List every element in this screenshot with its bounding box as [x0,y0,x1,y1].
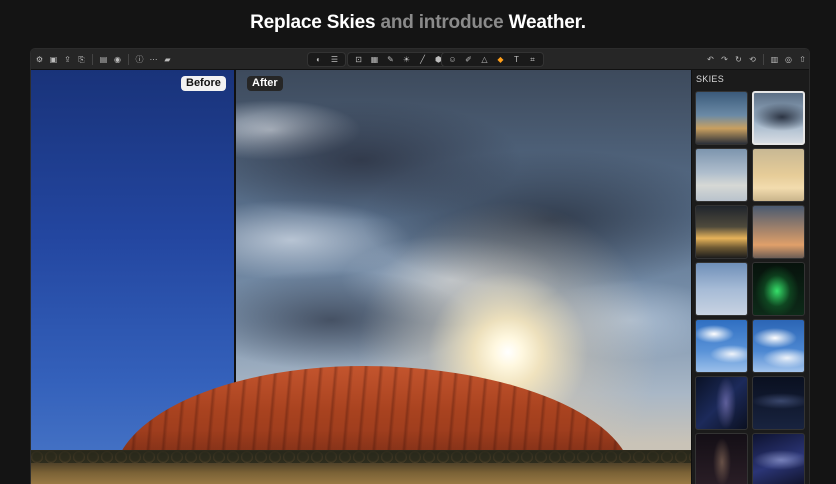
sky-thumb-1[interactable] [695,91,748,145]
gear-icon[interactable]: ⚙ [34,54,45,65]
retouch-icon[interactable]: ✐ [463,54,474,65]
toolbar-retouch-group: ☺ ✐ △ ◆ T ⌗ [441,52,544,67]
headline-part-1: Replace Skies [250,12,376,33]
image-canvas[interactable]: Before After [31,70,691,484]
layers-accent-icon[interactable]: ◆ [495,54,506,65]
share-alt-icon[interactable]: ⎘ [76,54,87,65]
sky-thumb-5[interactable] [695,205,748,259]
refresh-icon[interactable]: ↻ [733,54,744,65]
panel-title: SKIES [696,74,725,84]
headline: Replace Skies and introduce Weather. [0,12,836,34]
sky-thumb-7[interactable] [695,262,748,316]
toolbar-separator [763,54,764,65]
undo-icon[interactable]: ↶ [705,54,716,65]
eyedropper-icon[interactable]: ✎ [385,54,396,65]
toolbar: ⚙ ▣ ⇪ ⎘ ▤ ◉ ⓘ ⋯ ▰ ◐ ☰ ⊡ ▦ ✎ ☀ ╱ ⬢ ☺ ✐ △ [31,49,809,70]
sky-thumb-2[interactable] [752,91,805,145]
triangle-icon[interactable]: △ [479,54,490,65]
histogram-icon[interactable]: ▰ [162,54,173,65]
toolbar-right-group: ↶ ↷ ↻ ⟲ ▥ ◎ ⇧ [705,52,808,67]
sky-thumb-4[interactable] [752,148,805,202]
transform-icon[interactable]: ⌗ [527,54,538,65]
mask-icon[interactable]: ◎ [783,54,794,65]
face-icon[interactable]: ☺ [447,54,458,65]
sky-thumb-13[interactable] [695,433,748,484]
layers-icon[interactable]: ◉ [112,54,123,65]
history-icon[interactable]: ⟲ [747,54,758,65]
light-icon[interactable]: ☀ [401,54,412,65]
adjust-icon[interactable]: ☰ [329,54,340,65]
redo-icon[interactable]: ↷ [719,54,730,65]
more-icon[interactable]: ⋯ [148,54,159,65]
sky-thumbnail-grid [695,91,809,484]
panel-icon[interactable]: ▥ [769,54,780,65]
sky-thumb-12[interactable] [752,376,805,430]
image-icon[interactable]: ▦ [369,54,380,65]
crop-icon[interactable]: ⊡ [353,54,364,65]
sky-thumb-3[interactable] [695,148,748,202]
info-icon[interactable]: ⓘ [134,54,145,65]
brush-icon[interactable]: ╱ [417,54,428,65]
sky-thumb-9[interactable] [695,319,748,373]
export-icon[interactable]: ⇧ [797,54,808,65]
sky-thumb-11[interactable] [695,376,748,430]
after-label: After [247,76,283,91]
app-window: ⚙ ▣ ⇪ ⎘ ▤ ◉ ⓘ ⋯ ▰ ◐ ☰ ⊡ ▦ ✎ ☀ ╱ ⬢ ☺ ✐ △ [30,48,810,484]
toolbar-tools-group: ⊡ ▦ ✎ ☀ ╱ ⬢ [347,52,450,67]
compare-icon[interactable]: ◐ [313,54,324,65]
toolbar-separator [92,54,93,65]
sky-thumb-10[interactable] [752,319,805,373]
sky-thumb-14[interactable] [752,433,805,484]
shrubs [31,451,691,463]
before-after-divider[interactable] [234,70,236,390]
text-icon[interactable]: T [511,54,522,65]
before-label: Before [181,76,226,91]
headline-part-2: and introduce [380,12,504,33]
share-icon[interactable]: ⇪ [62,54,73,65]
skies-panel: SKIES [691,70,809,484]
toolbar-separator [128,54,129,65]
square-icon[interactable]: ▣ [48,54,59,65]
toolbar-view-group: ◐ ☰ [307,52,346,67]
document-icon[interactable]: ▤ [98,54,109,65]
sky-thumb-6[interactable] [752,205,805,259]
toolbar-left-group: ⚙ ▣ ⇪ ⎘ ▤ ◉ ⓘ ⋯ ▰ [34,52,173,67]
sky-thumb-8[interactable] [752,262,805,316]
headline-part-3: Weather. [508,12,586,33]
